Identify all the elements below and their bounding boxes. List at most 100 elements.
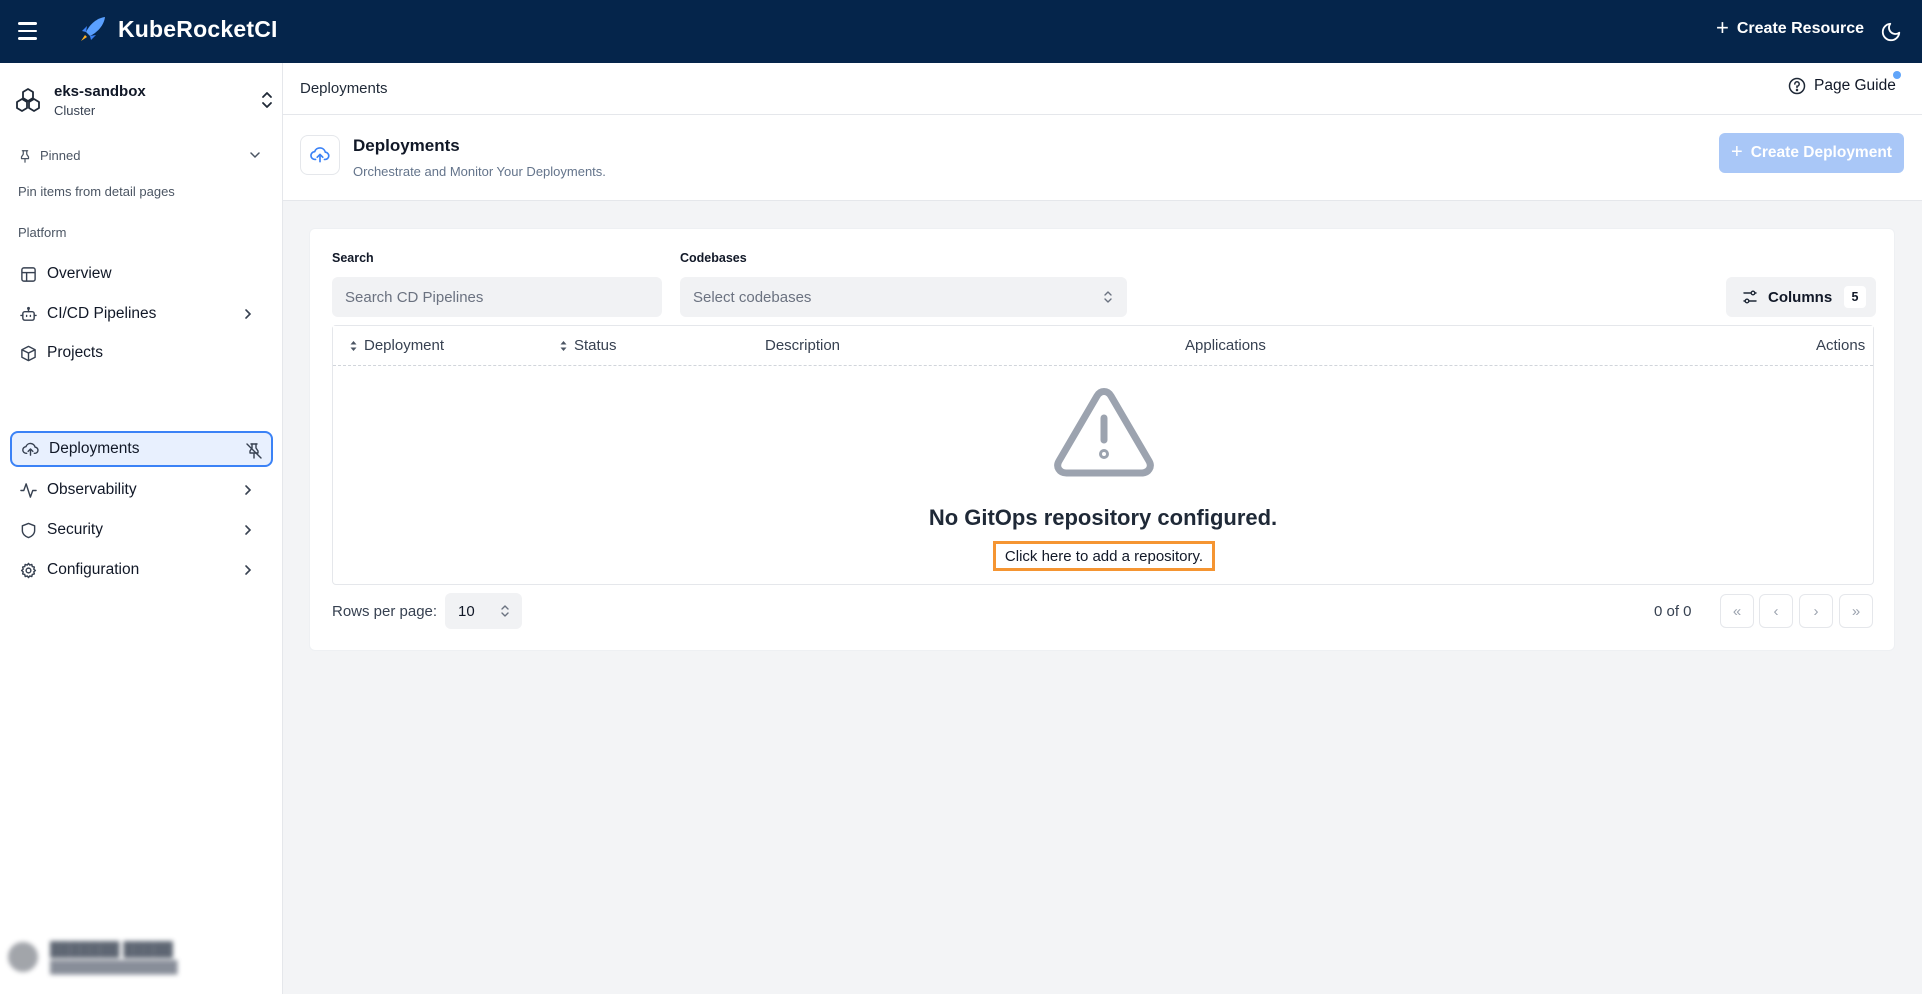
columns-label: Columns: [1768, 288, 1833, 306]
column-header-label: Actions: [1816, 337, 1866, 354]
sidebar-item-label: CI/CD Pipelines: [47, 305, 157, 322]
plus-icon: +: [1716, 15, 1729, 40]
sort-icon: [560, 340, 567, 351]
empty-state: No GitOps repository configured. Click h…: [333, 366, 1873, 584]
chevron-right-icon: [245, 309, 252, 319]
rows-per-page-value: 10: [458, 602, 475, 620]
activity-icon: [20, 482, 37, 498]
section-label-platform: Platform: [18, 225, 67, 240]
create-deployment-label: Create Deployment: [1750, 144, 1892, 161]
create-resource-button[interactable]: + Create Resource: [1716, 15, 1864, 40]
chevrons-up-down-icon: [262, 92, 272, 108]
chevron-down-icon: [250, 152, 260, 159]
sort-icon: [350, 340, 357, 351]
last-page-button[interactable]: »: [1839, 594, 1873, 628]
brand-name: KubeRocketCI: [118, 15, 278, 42]
cloud-upload-icon: [310, 147, 330, 163]
sidebar-item-label: Configuration: [47, 561, 140, 578]
column-header-label: Status: [574, 337, 617, 354]
layout-icon: [21, 266, 36, 282]
table-header: Deployment Status Description Applicatio…: [333, 326, 1873, 366]
rocket-logo-icon: [81, 17, 105, 41]
brand[interactable]: KubeRocketCI: [78, 14, 278, 44]
codebases-label: Codebases: [680, 251, 747, 265]
search-input[interactable]: Search CD Pipelines: [332, 277, 662, 317]
page-header: Deployments Orchestrate and Monitor Your…: [283, 115, 1922, 201]
column-header-label: Applications: [1185, 337, 1266, 354]
previous-page-button[interactable]: ‹: [1759, 594, 1793, 628]
user-name-redacted: ███████ █████: [50, 940, 173, 957]
rows-per-page-select[interactable]: 10: [445, 593, 522, 629]
sidebar: eks-sandbox Cluster Pinned Pin items fro…: [0, 63, 283, 994]
shield-icon: [21, 522, 36, 538]
breadcrumb-bar: Deployments Page Guide: [283, 63, 1922, 115]
chevrons-up-down-icon: [1104, 291, 1112, 303]
deployments-card: Search Search CD Pipelines Codebases Sel…: [309, 228, 1895, 651]
codebases-select[interactable]: Select codebases: [680, 277, 1127, 317]
gear-icon: [20, 562, 37, 578]
columns-count-badge: 5: [1844, 286, 1866, 308]
cloud-upload-icon: [22, 442, 39, 456]
column-header-label: Deployment: [364, 337, 445, 354]
sidebar-item-overview[interactable]: Overview: [10, 256, 273, 292]
search-placeholder: Search CD Pipelines: [345, 288, 484, 306]
sidebar-item-label: Security: [47, 521, 103, 538]
page-guide-button[interactable]: Page Guide: [1788, 77, 1896, 95]
search-label: Search: [332, 251, 374, 265]
pinned-section-toggle[interactable]: Pinned: [18, 148, 262, 163]
page-icon-box: [300, 135, 340, 175]
page-subtitle: Orchestrate and Monitor Your Deployments…: [353, 164, 606, 179]
sliders-icon: [1743, 290, 1757, 304]
pinned-label: Pinned: [40, 148, 81, 163]
sidebar-item-projects[interactable]: Projects: [10, 335, 273, 371]
create-deployment-button[interactable]: + Create Deployment: [1719, 133, 1904, 173]
sidebar-item-label: Projects: [47, 344, 103, 361]
chevrons-up-down-icon: [501, 605, 509, 617]
page-guide-label: Page Guide: [1814, 77, 1896, 94]
column-header-actions: Actions: [1816, 337, 1865, 354]
sidebar-item-cicd-pipelines[interactable]: CI/CD Pipelines: [10, 296, 273, 332]
next-page-button[interactable]: ›: [1799, 594, 1833, 628]
help-circle-icon: [1788, 77, 1806, 95]
sidebar-item-security[interactable]: Security: [10, 512, 273, 548]
sidebar-item-configuration[interactable]: Configuration: [10, 552, 273, 588]
first-page-button[interactable]: «: [1720, 594, 1754, 628]
plus-icon: +: [1731, 141, 1743, 163]
pin-off-icon[interactable]: [245, 442, 263, 460]
codebases-placeholder: Select codebases: [693, 288, 812, 306]
user-email-redacted: ███████████████: [50, 959, 178, 974]
page-title: Deployments: [353, 136, 460, 155]
chevron-right-icon: [245, 565, 252, 575]
user-account-menu[interactable]: ███████ █████ ███████████████: [8, 933, 276, 981]
add-repository-link[interactable]: Click here to add a repository.: [993, 541, 1215, 571]
sidebar-item-label: Deployments: [49, 440, 140, 457]
rows-per-page-label: Rows per page:: [332, 603, 438, 620]
package-icon: [21, 345, 36, 361]
column-header-status[interactable]: Status: [559, 337, 617, 354]
sidebar-item-observability[interactable]: Observability: [10, 472, 273, 508]
bot-icon: [20, 306, 37, 321]
sidebar-item-deployments[interactable]: Deployments: [10, 431, 273, 467]
column-header-deployment[interactable]: Deployment: [349, 337, 444, 354]
sidebar-item-label: Observability: [47, 481, 137, 498]
chevron-right-icon: [245, 525, 252, 535]
moon-icon[interactable]: [1880, 21, 1902, 43]
chevron-right-icon: [245, 485, 252, 495]
pinned-hint: Pin items from detail pages: [18, 184, 175, 199]
pin-icon: [20, 149, 30, 163]
cluster-name: eks-sandbox: [54, 82, 146, 100]
sidebar-item-label: Overview: [47, 265, 112, 282]
cluster-type: Cluster: [54, 102, 96, 118]
notification-dot: [1893, 71, 1901, 79]
cluster-switcher[interactable]: eks-sandbox Cluster: [14, 78, 274, 122]
column-header-applications: Applications: [1185, 337, 1266, 354]
cluster-icon: [16, 88, 40, 112]
columns-button[interactable]: Columns 5: [1726, 277, 1876, 317]
top-app-bar: KubeRocketCI + Create Resource: [0, 0, 1922, 63]
avatar: [8, 942, 38, 972]
menu-icon[interactable]: [14, 18, 40, 44]
column-header-description: Description: [765, 337, 840, 354]
alert-triangle-icon: [1054, 388, 1154, 477]
pagination-range: 0 of 0: [1654, 603, 1692, 620]
breadcrumb: Deployments: [300, 80, 388, 97]
